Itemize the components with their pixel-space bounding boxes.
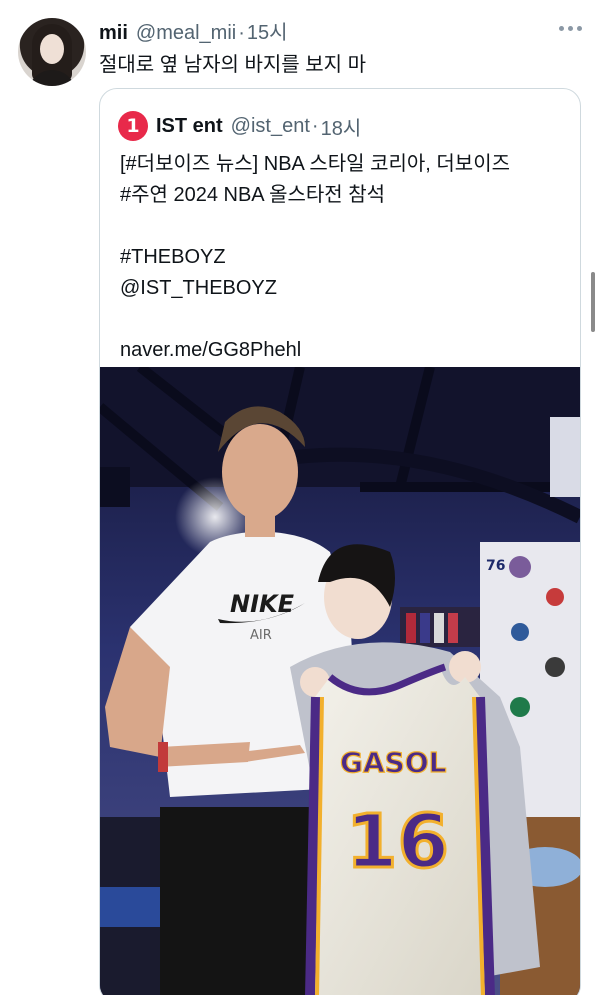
scrollbar[interactable] <box>591 272 595 332</box>
quoted-text-line <box>120 211 570 242</box>
logo-text: 1 <box>126 115 140 137</box>
quoted-tweet-header: 1 IST ent @ist_ent · 18시 <box>118 111 361 141</box>
quoted-handle: @ist_ent <box>230 114 310 137</box>
timestamp[interactable]: 15시 <box>247 16 288 45</box>
tweet-header: mii @meal_mii · 15시 <box>99 16 288 44</box>
quoted-text-line: #주연 2024 NBA 올스타전 참석 <box>120 184 386 206</box>
more-horizontal-icon[interactable] <box>550 16 590 40</box>
photo[interactable]: 76 NIKE AIR GASOL 16 <box>100 367 580 995</box>
tweet-text: 절대로 옆 남자의 바지를 보지 마 <box>99 54 366 76</box>
jersey-name: GASOL <box>340 746 447 779</box>
separator-dot: · <box>311 114 319 137</box>
separator-dot: · <box>238 22 245 44</box>
quoted-text-line <box>120 304 570 335</box>
display-name[interactable]: mii <box>99 22 128 45</box>
quoted-timestamp: 18시 <box>320 117 362 140</box>
quoted-text-line: [#더보이즈 뉴스] NBA 스타일 코리아, 더보이즈 <box>120 153 510 175</box>
ist-logo-icon: 1 <box>118 111 148 141</box>
tweet[interactable]: mii @meal_mii · 15시 절대로 옆 남자의 바지를 보지 마 1… <box>0 0 600 995</box>
jersey-number: 16 <box>346 799 449 885</box>
quoted-tweet[interactable]: 1 IST ent @ist_ent · 18시 [#더보이즈 뉴스] NBA … <box>99 88 581 995</box>
handle[interactable]: @meal_mii <box>136 22 236 45</box>
hashtag-theboyz: #THEBOYZ <box>120 246 226 268</box>
quoted-display-name: IST ent <box>156 114 223 137</box>
sign-number: 76 <box>486 558 505 574</box>
mention-ist-theboyz: @IST_THEBOYZ <box>120 277 277 299</box>
link-naver: naver.me/GG8Phehl <box>120 339 302 361</box>
quoted-tweet-text: [#더보이즈 뉴스] NBA 스타일 코리아, 더보이즈 #주연 2024 NB… <box>120 149 570 366</box>
shirt-brand: NIKE <box>230 590 295 618</box>
avatar[interactable] <box>18 18 86 86</box>
shirt-sub: AIR <box>250 628 272 643</box>
